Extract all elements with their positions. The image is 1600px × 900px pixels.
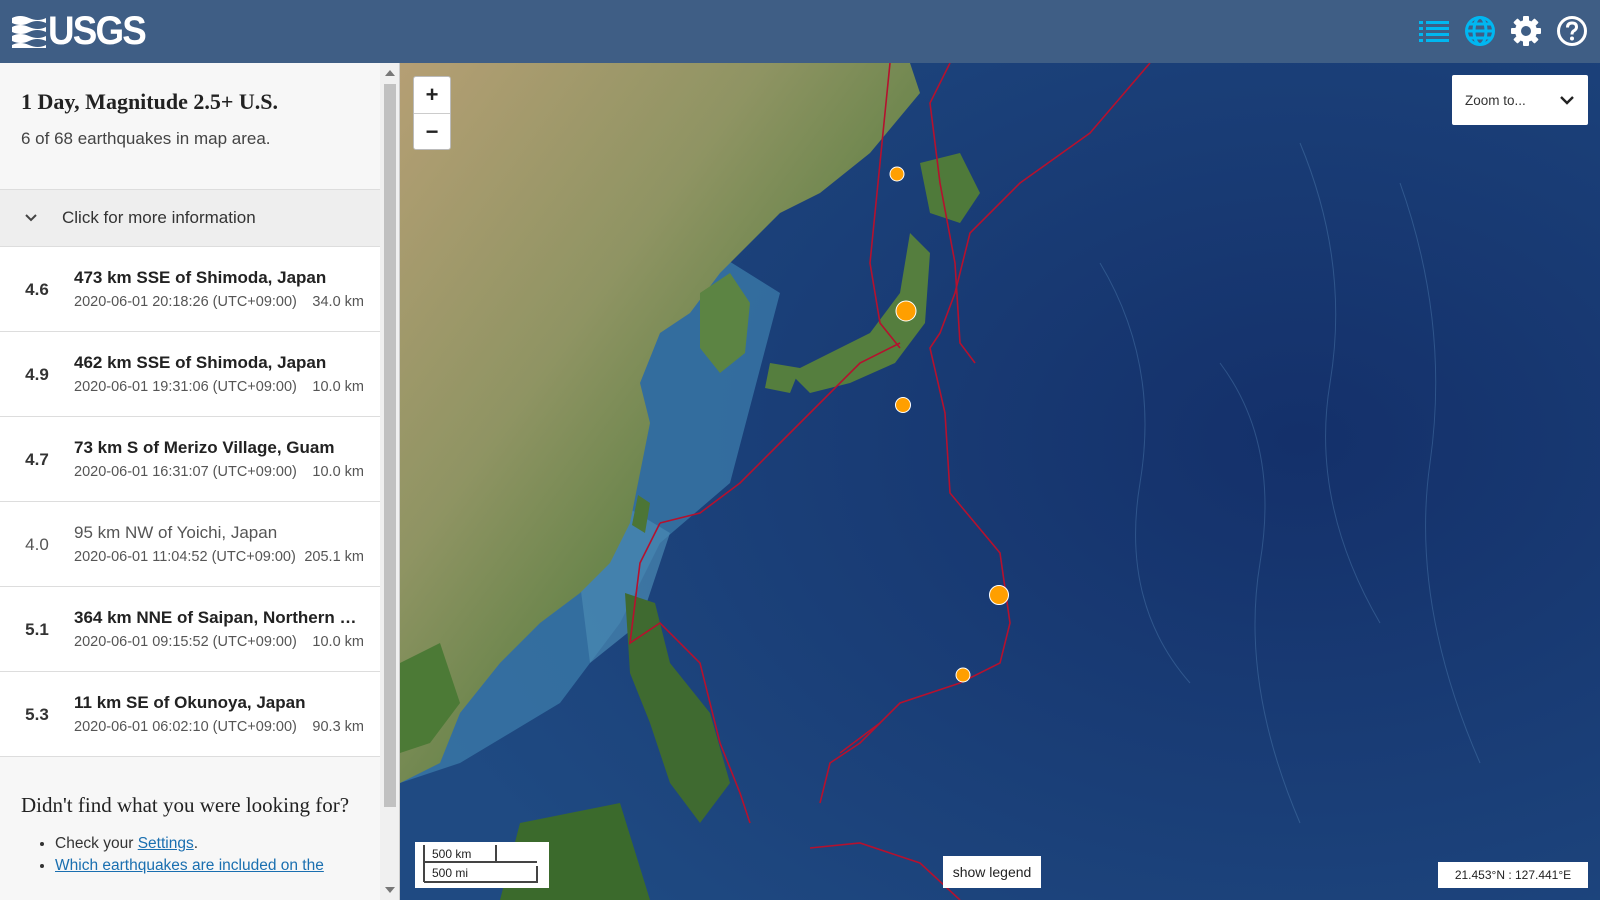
earthquake-place: 364 km NNE of Saipan, Northern … — [74, 608, 357, 627]
earthquake-magnitude: 4.9 — [25, 364, 49, 384]
earthquake-list-item[interactable]: 5.3 11 km SE of Okunoya, Japan 2020-06-0… — [0, 672, 380, 757]
gear-icon[interactable] — [1510, 14, 1542, 48]
map-scale: 500 km 500 mi — [415, 842, 549, 888]
help-item-text: Check your — [55, 835, 138, 852]
sidebar: 1 Day, Magnitude 2.5+ U.S. 6 of 68 earth… — [0, 63, 400, 900]
feed-title: 1 Day, Magnitude 2.5+ U.S. — [21, 89, 279, 114]
more-info-label: Click for more information — [62, 208, 256, 227]
map-view[interactable]: + − Zoom to... 500 km 500 mi show legend… — [400, 63, 1600, 900]
earthquake-time: 2020-06-01 06:02:10 (UTC+09:00) — [74, 719, 296, 735]
earthquake-time: 2020-06-01 20:18:26 (UTC+09:00) — [74, 294, 296, 310]
chevron-down-icon — [0, 213, 62, 223]
more-info-toggle[interactable]: Click for more information — [0, 189, 380, 247]
show-legend-button[interactable]: show legend — [943, 856, 1041, 888]
help-item-suffix: . — [193, 835, 199, 852]
satellite-basemap[interactable] — [400, 63, 1600, 900]
earthquake-depth: 10.0 km — [312, 379, 364, 395]
sidebar-scrollbar[interactable] — [380, 63, 399, 900]
help-item: Which earthquakes are included on the — [55, 857, 359, 875]
earthquake-magnitude: 4.0 — [25, 534, 49, 554]
earthquake-place: 95 km NW of Yoichi, Japan — [74, 523, 278, 542]
earthquake-list-item[interactable]: 4.7 73 km S of Merizo Village, Guam 2020… — [0, 417, 380, 502]
usgs-logo-text: USGS — [48, 9, 147, 53]
app-header: USGS — [0, 0, 1600, 63]
chevron-down-icon — [1560, 93, 1574, 108]
earthquake-list-panel: 1 Day, Magnitude 2.5+ U.S. 6 of 68 earth… — [0, 63, 380, 900]
earthquake-marker[interactable] — [895, 300, 917, 322]
settings-link[interactable]: Settings — [138, 835, 194, 852]
scroll-up-arrow-icon[interactable] — [380, 65, 399, 81]
earthquake-magnitude: 5.3 — [25, 704, 49, 724]
earthquake-magnitude: 4.7 — [25, 449, 49, 469]
help-title: Didn't find what you were looking for? — [21, 793, 350, 817]
earthquake-place: 473 km SSE of Shimoda, Japan — [74, 268, 327, 287]
help-item: Check your Settings. — [55, 835, 359, 853]
scale-mi-label: 500 mi — [432, 866, 469, 880]
earthquake-depth: 10.0 km — [312, 464, 364, 480]
earthquake-depth: 205.1 km — [304, 549, 364, 565]
cursor-coordinates: 21.453°N : 127.441°E — [1438, 862, 1588, 888]
zoom-to-label: Zoom to... — [1465, 92, 1526, 108]
zoom-to-dropdown[interactable]: Zoom to... — [1452, 75, 1588, 125]
scroll-down-arrow-icon[interactable] — [380, 882, 399, 898]
earthquake-list-item[interactable]: 4.6 473 km SSE of Shimoda, Japan 2020-06… — [0, 247, 380, 332]
earthquake-time: 2020-06-01 16:31:07 (UTC+09:00) — [74, 464, 296, 480]
earthquake-time: 2020-06-01 11:04:52 (UTC+09:00) — [74, 549, 296, 565]
earthquake-depth: 34.0 km — [312, 294, 364, 310]
earthquake-count: 6 of 68 earthquakes in map area. — [21, 129, 271, 148]
earthquake-marker[interactable] — [895, 397, 911, 413]
zoom-in-button[interactable]: + — [414, 77, 450, 113]
list-icon[interactable] — [1418, 14, 1450, 48]
earthquake-list-item[interactable]: 4.0 95 km NW of Yoichi, Japan 2020-06-01… — [0, 502, 380, 587]
scrollbar-thumb[interactable] — [384, 84, 396, 807]
globe-icon[interactable] — [1464, 14, 1496, 48]
help-icon[interactable] — [1556, 14, 1588, 48]
earthquake-list-item[interactable]: 4.9 462 km SSE of Shimoda, Japan 2020-06… — [0, 332, 380, 417]
zoom-out-button[interactable]: − — [414, 113, 450, 149]
earthquake-time: 2020-06-01 09:15:52 (UTC+09:00) — [74, 634, 296, 650]
help-section: Didn't find what you were looking for? C… — [0, 757, 380, 875]
earthquake-place: 11 km SE of Okunoya, Japan — [74, 693, 306, 712]
earthquake-marker[interactable] — [989, 585, 1009, 605]
earthquake-time: 2020-06-01 19:31:06 (UTC+09:00) — [74, 379, 296, 395]
earthquake-marker[interactable] — [889, 166, 905, 182]
earthquake-place: 462 km SSE of Shimoda, Japan — [74, 353, 327, 372]
usgs-logo[interactable]: USGS — [12, 9, 153, 53]
zoom-control: + − — [413, 76, 451, 150]
earthquake-magnitude: 5.1 — [25, 619, 49, 639]
earthquake-depth: 10.0 km — [312, 634, 364, 650]
earthquake-marker[interactable] — [955, 667, 971, 683]
earthquake-list-item[interactable]: 5.1 364 km NNE of Saipan, Northern … 202… — [0, 587, 380, 672]
earthquake-magnitude: 4.6 — [25, 279, 49, 299]
which-earthquakes-link[interactable]: Which earthquakes are included on the — [55, 857, 324, 874]
scale-km-label: 500 km — [432, 847, 472, 861]
earthquake-place: 73 km S of Merizo Village, Guam — [74, 438, 335, 457]
earthquake-depth: 90.3 km — [312, 719, 364, 735]
usgs-wave-icon — [12, 16, 46, 48]
